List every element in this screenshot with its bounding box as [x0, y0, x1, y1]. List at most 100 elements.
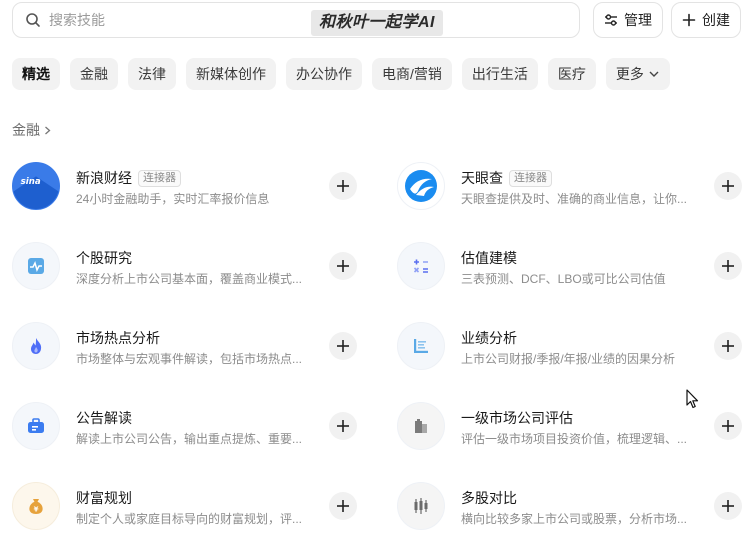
- category-tab[interactable]: 法律: [128, 58, 176, 90]
- section-heading[interactable]: 金融: [12, 120, 52, 140]
- add-button[interactable]: [329, 492, 357, 520]
- skill-name: 天眼查: [461, 170, 503, 186]
- plus-icon: [337, 340, 349, 352]
- category-label: 精选: [22, 66, 50, 82]
- category-tab[interactable]: 办公协作: [286, 58, 362, 90]
- skill-item[interactable]: 多股对比 横向比较多家上市公司或股票，分析市场...: [397, 482, 754, 530]
- add-button[interactable]: [714, 332, 742, 360]
- manage-label: 管理: [624, 12, 652, 28]
- skill-name-row: 个股研究: [76, 248, 132, 268]
- skill-desc: 横向比较多家上市公司或股票，分析市场...: [461, 512, 688, 526]
- flame-icon: [12, 322, 60, 370]
- pulse-chart-icon: [12, 242, 60, 290]
- sina-logo-icon: sina: [12, 162, 60, 210]
- plus-icon: [337, 500, 349, 512]
- skill-item[interactable]: sina 新浪财经 连接器 24小时金融助手，实时汇率报价信息: [12, 162, 372, 210]
- skill-desc: 三表预测、DCF、LBO或可比公司估值: [461, 272, 666, 286]
- svg-text:¥: ¥: [34, 506, 39, 514]
- add-button[interactable]: [714, 492, 742, 520]
- category-label: 电商/营销: [382, 66, 442, 82]
- category-label: 医疗: [557, 66, 586, 82]
- manage-button[interactable]: 管理: [593, 2, 663, 38]
- report-icon: [397, 322, 445, 370]
- add-button[interactable]: [329, 332, 357, 360]
- add-button[interactable]: [329, 412, 357, 440]
- search-icon: [26, 13, 40, 27]
- skill-item[interactable]: 个股研究 深度分析上市公司基本面，覆盖商业模式...: [12, 242, 372, 290]
- skill-desc: 深度分析上市公司基本面，覆盖商业模式...: [76, 272, 303, 286]
- plus-icon: [722, 180, 734, 192]
- plus-icon: [722, 420, 734, 432]
- plus-icon: [337, 180, 349, 192]
- top-bar: 搜索技能 和秋叶一起学AI 管理 创建: [12, 2, 742, 38]
- skill-name-row: 公告解读: [76, 408, 132, 428]
- connector-badge: 连接器: [509, 169, 552, 187]
- category-tab[interactable]: 出行生活: [461, 58, 538, 90]
- skill-desc: 上市公司财报/季报/年报/业绩的因果分析: [461, 352, 676, 366]
- candlestick-icon: [397, 482, 445, 530]
- skill-name: 市场热点分析: [76, 330, 160, 346]
- skill-item[interactable]: 业绩分析 上市公司财报/季报/年报/业绩的因果分析: [397, 322, 754, 370]
- plus-icon: [337, 260, 349, 272]
- section-title: 金融: [12, 122, 40, 138]
- skill-name-row: 财富规划: [76, 488, 132, 508]
- money-bag-icon: ¥: [12, 482, 60, 530]
- svg-text:sina: sina: [21, 177, 41, 187]
- category-tab[interactable]: 金融: [70, 58, 118, 90]
- building-icon: [397, 402, 445, 450]
- skill-item[interactable]: 公告解读 解读上市公司公告，输出重点提炼、重要...: [12, 402, 372, 450]
- skill-item[interactable]: ¥ 财富规划 制定个人或家庭目标导向的财富规划，评...: [12, 482, 372, 530]
- skill-name-row: 市场热点分析: [76, 328, 160, 348]
- connector-badge: 连接器: [138, 169, 181, 187]
- skill-desc: 解读上市公司公告，输出重点提炼、重要...: [76, 432, 303, 446]
- add-button[interactable]: [714, 172, 742, 200]
- add-button[interactable]: [329, 252, 357, 280]
- more-dropdown[interactable]: 更多: [605, 58, 670, 90]
- plus-icon: [682, 13, 696, 27]
- skill-name: 一级市场公司评估: [461, 410, 573, 426]
- plus-icon: [337, 420, 349, 432]
- skill-item[interactable]: 市场热点分析 市场整体与宏观事件解读，包括市场热点...: [12, 322, 372, 370]
- category-label: 法律: [138, 66, 166, 82]
- skill-desc: 天眼查提供及时、准确的商业信息，让你...: [461, 192, 688, 206]
- skill-name-row: 估值建模: [461, 248, 517, 268]
- add-button[interactable]: [714, 252, 742, 280]
- category-label: 金融: [80, 66, 108, 82]
- skill-name-row: 业绩分析: [461, 328, 517, 348]
- category-label: 办公协作: [296, 66, 352, 82]
- skill-name: 业绩分析: [461, 330, 517, 346]
- skill-name: 新浪财经: [76, 170, 132, 186]
- category-tabs: 精选 金融 法律 新媒体创作 办公协作 电商/营销 出行生活 医疗 更多: [12, 58, 670, 90]
- skill-desc: 24小时金融助手，实时汇率报价信息: [76, 192, 270, 206]
- calculator-icon: [397, 242, 445, 290]
- skill-name: 公告解读: [76, 410, 132, 426]
- create-button[interactable]: 创建: [671, 2, 741, 38]
- skill-name: 个股研究: [76, 250, 132, 266]
- plus-icon: [722, 340, 734, 352]
- plus-icon: [722, 260, 734, 272]
- skill-item[interactable]: 天眼查 连接器 天眼查提供及时、准确的商业信息，让你...: [397, 162, 754, 210]
- plus-icon: [722, 500, 734, 512]
- skill-item[interactable]: 估值建模 三表预测、DCF、LBO或可比公司估值: [397, 242, 754, 290]
- chevron-right-icon: [45, 126, 51, 134]
- search-input[interactable]: 搜索技能: [49, 10, 105, 30]
- add-button[interactable]: [329, 172, 357, 200]
- skill-name: 估值建模: [461, 250, 517, 266]
- skill-name-row: 天眼查 连接器: [461, 168, 552, 188]
- search-box[interactable]: 搜索技能: [12, 2, 580, 38]
- create-label: 创建: [702, 12, 730, 28]
- chevron-down-icon: [649, 71, 659, 77]
- skill-name-row: 多股对比: [461, 488, 517, 508]
- category-label: 更多: [615, 66, 644, 82]
- skill-name-row: 一级市场公司评估: [461, 408, 573, 428]
- skill-name: 多股对比: [461, 490, 517, 506]
- category-tab[interactable]: 医疗: [547, 58, 596, 90]
- add-button[interactable]: [714, 412, 742, 440]
- category-tab[interactable]: 电商/营销: [372, 58, 452, 90]
- category-tab[interactable]: 精选: [12, 58, 60, 90]
- category-tab[interactable]: 新媒体创作: [186, 58, 276, 90]
- skill-name-row: 新浪财经 连接器: [76, 168, 181, 188]
- skill-item[interactable]: 一级市场公司评估 评估一级市场项目投资价值，梳理逻辑、...: [397, 402, 754, 450]
- category-label: 新媒体创作: [196, 66, 266, 82]
- tianyancha-logo-icon: [397, 162, 445, 210]
